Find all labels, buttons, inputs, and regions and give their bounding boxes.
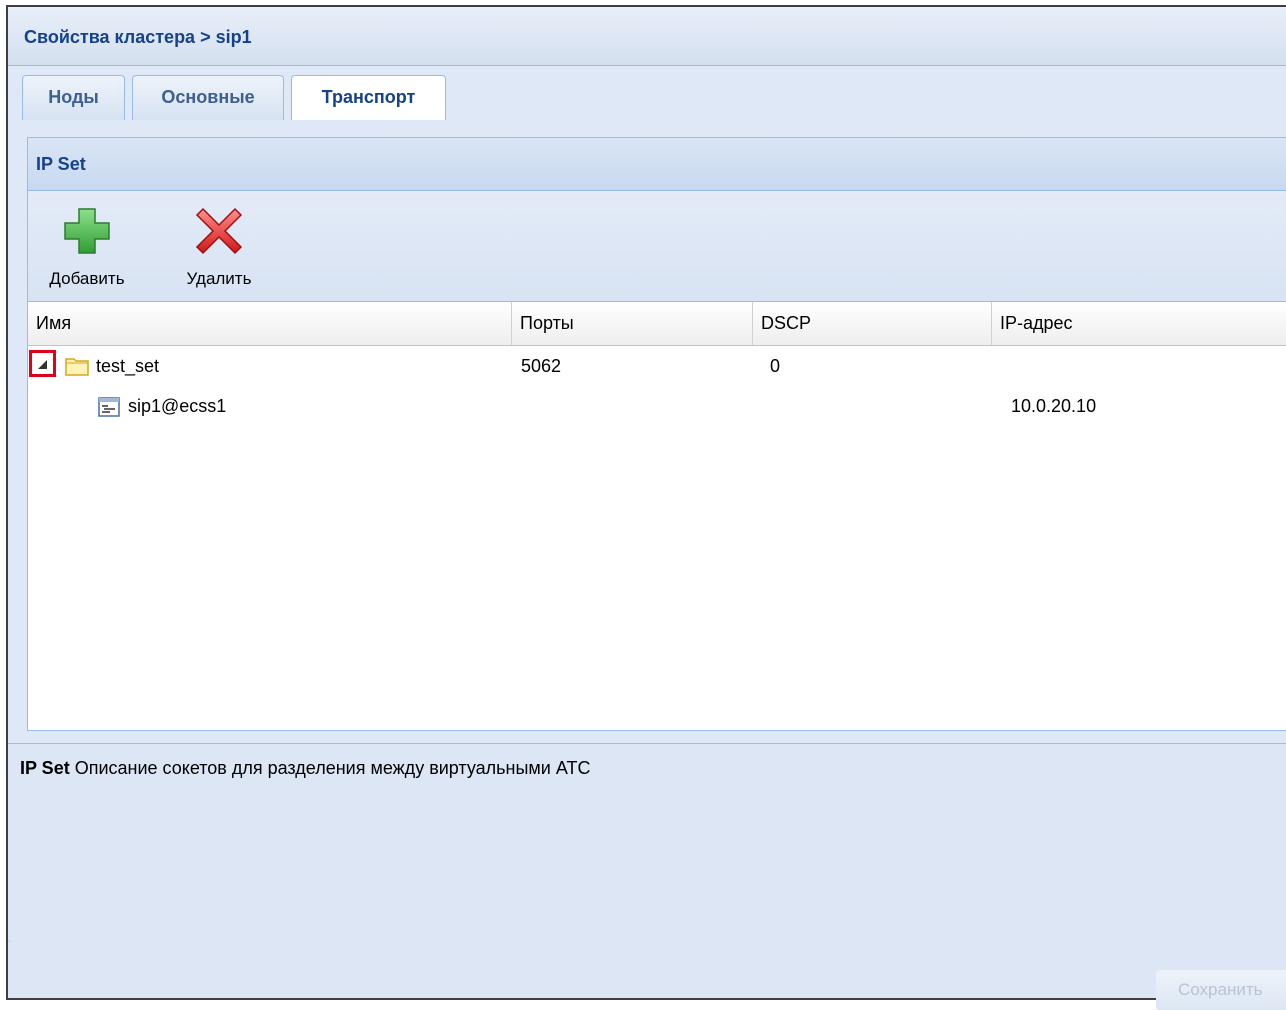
row-dscp: 0 xyxy=(770,356,781,376)
expand-collapse-toggle[interactable] xyxy=(29,350,56,377)
description-text: IP Set Описание сокетов для разделения м… xyxy=(20,758,590,779)
add-button[interactable]: Добавить xyxy=(42,205,132,295)
ipset-panel-title: IP Set xyxy=(36,154,86,174)
delete-button-label: Удалить xyxy=(186,269,252,288)
description-body: Описание сокетов для разделения между ви… xyxy=(74,758,591,778)
tree-row-test-set[interactable]: test_set 5062 0 xyxy=(28,347,1286,385)
window-footer: Сохранить xyxy=(8,942,1286,1010)
tab-general[interactable]: Основные xyxy=(132,75,284,120)
triangle-down-icon xyxy=(38,360,47,369)
window-title: Свойства кластера > sip1 xyxy=(24,27,252,47)
ipset-panel: IP Set Добавить Удалить Имя Порты DSCP I… xyxy=(27,137,1286,731)
tab-strip: Ноды Основные Транспорт xyxy=(8,66,1286,122)
plus-icon xyxy=(64,208,110,254)
row-name: test_set xyxy=(96,356,160,376)
row-ports: 5062 xyxy=(521,356,562,376)
description-panel: IP Set Описание сокетов для разделения м… xyxy=(8,743,1286,943)
description-title: IP Set xyxy=(20,758,70,778)
add-button-label: Добавить xyxy=(49,269,125,288)
window-title-bar: Свойства кластера > sip1 xyxy=(8,7,1286,66)
column-header-ip-address[interactable]: IP-адрес xyxy=(992,302,1286,345)
column-header-name[interactable]: Имя xyxy=(28,302,512,345)
ipset-panel-header: IP Set xyxy=(28,138,1286,191)
row-name: sip1@ecss1 xyxy=(128,396,227,416)
ipset-grid: Имя Порты DSCP IP-адрес test_set 5062 0 xyxy=(28,302,1286,730)
tab-transport[interactable]: Транспорт xyxy=(291,75,446,122)
column-header-ports[interactable]: Порты xyxy=(512,302,753,345)
save-button[interactable]: Сохранить xyxy=(1156,970,1286,1010)
cluster-properties-window: Свойства кластера > sip1 Ноды Основные Т… xyxy=(6,5,1286,1010)
tab-nodes[interactable]: Ноды xyxy=(22,75,125,120)
ipset-toolbar: Добавить Удалить xyxy=(28,191,1286,302)
row-ip-address: 10.0.20.10 xyxy=(1011,396,1097,416)
folder-icon xyxy=(65,358,89,376)
transport-tab-content: IP Set Добавить Удалить Имя Порты DSCP I… xyxy=(8,120,1286,1010)
tree-row-sip1-ecss1[interactable]: sip1@ecss1 10.0.20.10 xyxy=(28,387,1286,425)
delete-x-icon xyxy=(195,207,243,255)
delete-button[interactable]: Удалить xyxy=(174,205,264,295)
grid-header: Имя Порты DSCP IP-адрес xyxy=(28,302,1286,346)
column-header-dscp[interactable]: DSCP xyxy=(753,302,992,345)
node-item-icon xyxy=(98,397,120,417)
